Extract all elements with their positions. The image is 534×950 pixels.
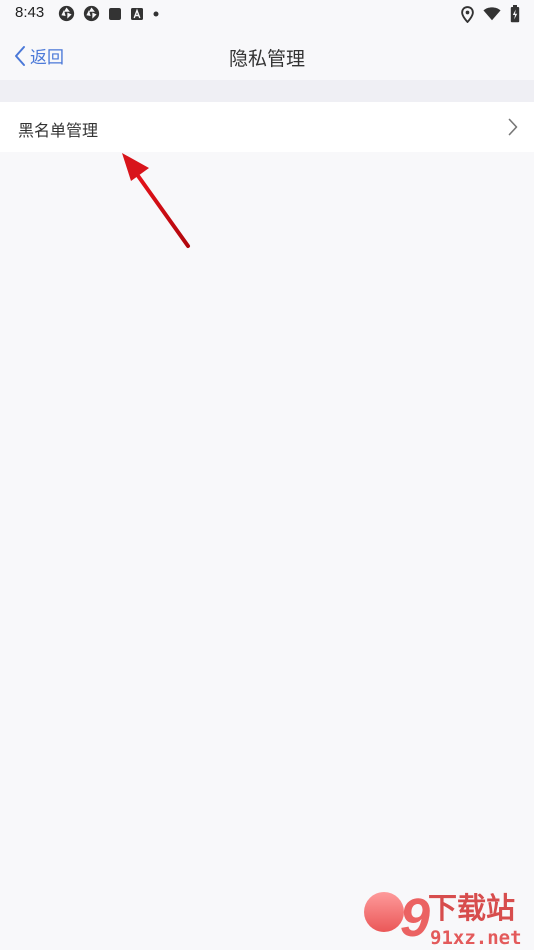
aperture-icon xyxy=(83,5,100,22)
status-bar: 8:43 xyxy=(0,0,534,28)
wifi-icon xyxy=(483,7,501,21)
chevron-right-icon xyxy=(508,118,518,136)
status-icons-left xyxy=(58,5,160,22)
watermark-logo-mark: 9 xyxy=(400,888,430,948)
list-item-label: 黑名单管理 xyxy=(18,121,99,140)
nav-bar: 返回 隐私管理 xyxy=(0,28,534,80)
a-box-icon xyxy=(131,7,143,20)
watermark-logo: 9 下载站 91xz.net xyxy=(364,888,522,948)
aperture-icon xyxy=(58,5,75,22)
square-icon xyxy=(109,7,121,20)
watermark-title: 下载站 xyxy=(428,891,515,925)
location-icon xyxy=(461,5,474,23)
status-time: 8:43 xyxy=(15,4,45,21)
list-item-blacklist[interactable]: 黑名单管理 xyxy=(0,102,534,152)
battery-charging-icon xyxy=(510,5,520,23)
dot-icon xyxy=(153,11,159,16)
status-icons-right xyxy=(461,5,520,23)
watermark-site: 91xz.net xyxy=(430,927,522,948)
section-divider xyxy=(0,80,534,102)
page-title: 隐私管理 xyxy=(228,48,305,70)
